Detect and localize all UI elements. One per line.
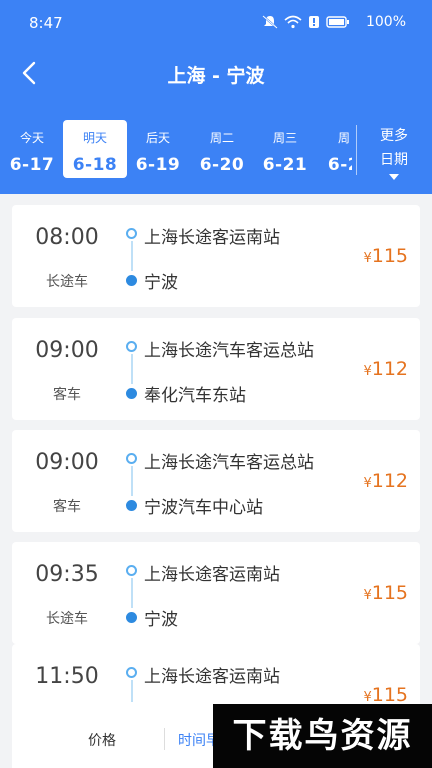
wifi-icon xyxy=(284,15,302,29)
date-divider xyxy=(356,125,357,175)
battery-percent: 100% xyxy=(365,14,406,30)
trip-type: 长途车 xyxy=(46,274,88,290)
trip-time: 09:00 xyxy=(35,338,99,363)
date-tab-date: 6-17 xyxy=(9,155,55,175)
more-dates-line1: 更多 xyxy=(380,128,408,144)
status-bar: 8:47 100% xyxy=(0,0,432,48)
mute-icon xyxy=(262,15,278,29)
price-value: 115 xyxy=(371,582,408,604)
sort-by-price-button[interactable]: 价格 xyxy=(88,730,116,750)
date-tab-date: 6-2 xyxy=(327,155,352,175)
date-tabs-scroll[interactable]: 今天 6-17 明天 6-18 后天 6-19 周二 6-20 周三 6-21 … xyxy=(0,120,352,180)
trip-card[interactable]: 09:00 客车 上海长途汽车客运总站 奉化汽车东站 ¥112 xyxy=(12,318,420,420)
date-tab-day: 后天 xyxy=(145,131,170,145)
status-time: 8:47 xyxy=(29,14,63,32)
trip-to: 宁波 xyxy=(144,610,178,630)
battery-icon xyxy=(326,16,349,28)
trip-card[interactable]: 09:00 客车 上海长途汽车客运总站 宁波汽车中心站 ¥112 xyxy=(12,430,420,532)
more-dates-line2: 日期 xyxy=(380,152,408,168)
date-tab-date: 6-19 xyxy=(135,155,181,175)
page-title: 上海 - 宁波 xyxy=(167,65,265,87)
trip-price: ¥112 xyxy=(363,358,408,380)
date-tab-day: 明天 xyxy=(82,131,107,145)
price-symbol: ¥ xyxy=(363,588,372,603)
price-symbol: ¥ xyxy=(363,364,372,379)
destination-dot-icon xyxy=(126,388,137,399)
date-tab-date: 6-21 xyxy=(262,155,308,175)
destination-dot-icon xyxy=(126,500,137,511)
sim-icon xyxy=(309,16,319,28)
price-value: 112 xyxy=(371,358,408,380)
trip-from: 上海长途客运南站 xyxy=(144,565,280,585)
status-icons xyxy=(262,15,350,29)
price-symbol: ¥ xyxy=(363,476,372,491)
route-line xyxy=(131,354,133,384)
trip-to: 奉化汽车东站 xyxy=(144,386,246,406)
date-tab-day: 今天 xyxy=(19,131,44,145)
price-value: 115 xyxy=(371,245,408,267)
trip-from: 上海长途汽车客运总站 xyxy=(144,341,314,361)
trip-type: 客车 xyxy=(53,499,81,515)
sort-divider xyxy=(164,728,165,750)
origin-dot-icon xyxy=(126,453,137,464)
trip-time: 08:00 xyxy=(35,225,99,250)
trip-from: 上海长途客运南站 xyxy=(144,228,280,248)
trip-price: ¥115 xyxy=(363,582,408,604)
watermark-logo: 下载鸟资源 xyxy=(213,704,432,768)
trip-card[interactable]: 09:35 长途车 上海长途客运南站 宁波 ¥115 xyxy=(12,542,420,644)
trip-from: 上海长途客运南站 xyxy=(144,667,280,687)
trip-type: 客车 xyxy=(53,387,81,403)
date-tab-day: 周三 xyxy=(272,131,297,145)
price-value: 112 xyxy=(371,470,408,492)
trip-to: 宁波 xyxy=(144,273,178,293)
route-line xyxy=(131,466,133,496)
trip-time: 11:50 xyxy=(35,664,99,689)
trip-price: ¥112 xyxy=(363,470,408,492)
date-tab-3[interactable]: 周二 6-20 xyxy=(190,120,254,178)
origin-dot-icon xyxy=(126,667,137,678)
destination-dot-icon xyxy=(126,612,137,623)
trip-price: ¥115 xyxy=(363,245,408,267)
route-line xyxy=(131,241,133,271)
origin-dot-icon xyxy=(126,228,137,239)
date-tab-day: 周二 xyxy=(209,131,234,145)
origin-dot-icon xyxy=(126,341,137,352)
trip-card[interactable]: 08:00 长途车 上海长途客运南站 宁波 ¥115 xyxy=(12,205,420,307)
trip-to: 宁波汽车中心站 xyxy=(144,498,263,518)
price-symbol: ¥ xyxy=(363,251,372,266)
header-bar: 8:47 100% 上海 - 宁波 今天 6-17 明天 6-18 后天 6-1… xyxy=(0,0,432,194)
date-tab-0[interactable]: 今天 6-17 xyxy=(0,120,64,178)
trip-from: 上海长途汽车客运总站 xyxy=(144,453,314,473)
date-tab-4[interactable]: 周三 6-21 xyxy=(253,120,317,178)
route-line xyxy=(131,578,133,608)
date-tab-2[interactable]: 后天 6-19 xyxy=(126,120,190,178)
trip-type: 长途车 xyxy=(46,611,88,627)
date-tab-date: 6-20 xyxy=(199,155,245,175)
trip-time: 09:35 xyxy=(35,562,99,587)
nav-bar: 上海 - 宁波 xyxy=(0,52,432,96)
more-dates-button[interactable]: 更多 日期 xyxy=(364,124,424,180)
date-tab-1[interactable]: 明天 6-18 xyxy=(63,120,127,178)
date-tab-5[interactable]: 周 6-2 xyxy=(312,120,352,178)
origin-dot-icon xyxy=(126,565,137,576)
destination-dot-icon xyxy=(126,275,137,286)
date-tab-day: 周 xyxy=(337,131,350,145)
date-tab-date: 6-18 xyxy=(72,155,118,175)
caret-down-icon xyxy=(389,174,399,180)
trip-time: 09:00 xyxy=(35,450,99,475)
